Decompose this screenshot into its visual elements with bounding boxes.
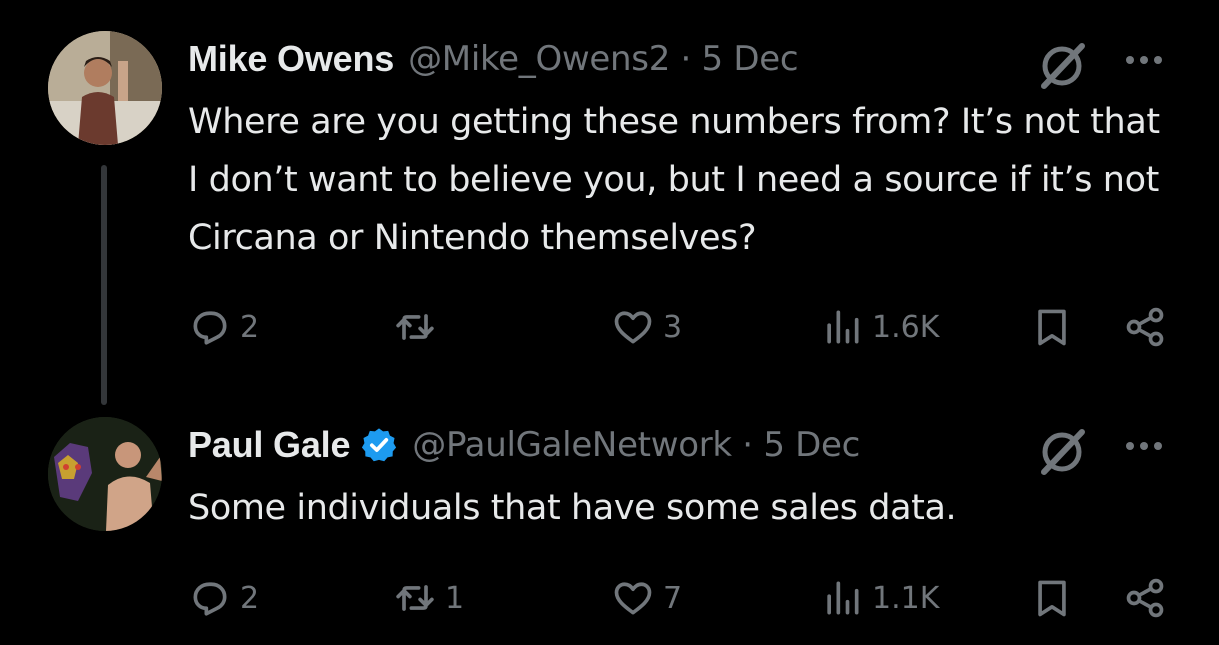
- share-button[interactable]: [1123, 302, 1167, 352]
- like-button[interactable]: 3: [611, 302, 682, 352]
- repost-icon: [396, 314, 434, 340]
- share-button[interactable]: [1123, 573, 1167, 623]
- repost-count: 1: [445, 580, 465, 616]
- author-handle-date[interactable]: @PaulGaleNetwork · 5 Dec: [412, 425, 860, 465]
- author-handle-date[interactable]: @Mike_Owens2 · 5 Dec: [408, 39, 799, 79]
- tweet-header: Paul Gale @PaulGaleNetwork · 5 Dec: [188, 420, 860, 470]
- reply-button[interactable]: 2: [188, 302, 259, 352]
- share-icon: [1126, 307, 1164, 347]
- repost-button[interactable]: 1: [393, 573, 464, 623]
- tweet[interactable]: Mike Owens @Mike_Owens2 · 5 Dec Where ar…: [0, 0, 1219, 405]
- avatar-photo-icon: [48, 31, 162, 145]
- more-options-icon[interactable]: [1120, 436, 1168, 456]
- tweet-header: Mike Owens @Mike_Owens2 · 5 Dec: [188, 34, 799, 84]
- tweet-text: Some individuals that have some sales da…: [188, 488, 957, 528]
- author-name[interactable]: Mike Owens: [188, 38, 394, 80]
- avatar-photo-icon: [48, 417, 162, 531]
- tweet-actions: 2 1 7 1.1K: [188, 573, 1173, 623]
- bookmark-button[interactable]: [1030, 302, 1074, 352]
- heart-icon: [614, 582, 652, 615]
- view-count: 1.1K: [872, 580, 940, 616]
- thread-line: [101, 165, 107, 405]
- like-count: 3: [663, 309, 683, 345]
- bookmark-icon: [1038, 309, 1066, 346]
- tweet-actions: 2 3 1.6K: [188, 302, 1173, 352]
- avatar[interactable]: [48, 31, 162, 145]
- reply-icon: [193, 582, 227, 616]
- author-name[interactable]: Paul Gale: [188, 424, 350, 466]
- analytics-icon: [827, 581, 859, 615]
- grok-icon[interactable]: [1036, 426, 1088, 478]
- reply-icon: [193, 311, 227, 345]
- verified-badge-icon[interactable]: [360, 426, 398, 464]
- share-icon: [1126, 578, 1164, 618]
- reply-count: 2: [240, 580, 260, 616]
- bookmark-icon: [1038, 580, 1066, 617]
- analytics-icon: [827, 310, 859, 344]
- grok-icon[interactable]: [1036, 40, 1088, 92]
- repost-icon: [396, 585, 434, 611]
- avatar[interactable]: [48, 417, 162, 531]
- tweet-text: Where are you getting these numbers from…: [188, 102, 1160, 258]
- reply-button[interactable]: 2: [188, 573, 259, 623]
- views-button[interactable]: 1.1K: [820, 573, 939, 623]
- heart-icon: [614, 311, 652, 344]
- tweet[interactable]: Paul Gale @PaulGaleNetwork · 5 Dec Some …: [0, 400, 1219, 645]
- reply-count: 2: [240, 309, 260, 345]
- like-count: 7: [663, 580, 683, 616]
- view-count: 1.6K: [872, 309, 940, 345]
- bookmark-button[interactable]: [1030, 573, 1074, 623]
- views-button[interactable]: 1.6K: [820, 302, 939, 352]
- like-button[interactable]: 7: [611, 573, 682, 623]
- more-options-icon[interactable]: [1120, 50, 1168, 70]
- repost-button[interactable]: [393, 302, 445, 352]
